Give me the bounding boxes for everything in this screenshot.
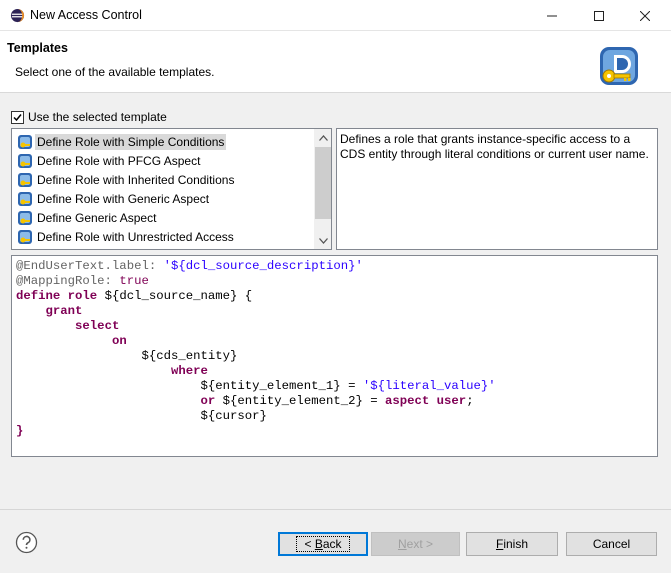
code-token: or: [200, 394, 216, 408]
template-item[interactable]: Define Role with Inherited Conditions: [17, 171, 315, 189]
code-token: @MappingRole:: [16, 274, 112, 288]
close-button[interactable]: [622, 0, 668, 31]
cancel-button[interactable]: Cancel: [566, 532, 657, 556]
footer-divider: [0, 509, 671, 510]
finish-button-label: Finish: [495, 537, 529, 551]
code-token: ${entity_element_1} =: [200, 379, 356, 393]
code-token: define role: [16, 289, 98, 303]
code-token: aspect user: [385, 394, 467, 408]
use-template-row[interactable]: Use the selected template: [11, 110, 167, 124]
template-description: Defines a role that grants instance-spec…: [336, 128, 658, 250]
template-icon: [18, 192, 32, 206]
wizard-header: Templates Select one of the available te…: [0, 31, 671, 93]
template-icon: [18, 230, 32, 244]
code-token: grant: [45, 304, 83, 318]
window-title: New Access Control: [30, 8, 142, 22]
close-icon: [640, 10, 650, 21]
code-token: true: [119, 274, 149, 288]
code-token: select: [75, 319, 120, 333]
template-label: Define Generic Aspect: [37, 211, 157, 225]
maximize-icon: [594, 10, 604, 21]
use-template-checkbox[interactable]: [11, 110, 24, 124]
template-preview: @EndUserText.label: '${dcl_source_descri…: [11, 255, 658, 457]
template-label: Define Role with Unrestricted Access: [37, 230, 234, 244]
eclipse-icon: [10, 8, 25, 23]
template-icon: [18, 154, 32, 168]
checkmark-icon: [13, 113, 22, 121]
template-list[interactable]: Define Role with Simple Conditions Defin…: [11, 128, 332, 250]
back-button[interactable]: < Back: [278, 532, 368, 556]
template-item[interactable]: Define Role with PFCG Aspect: [17, 152, 315, 170]
code-token: }: [16, 424, 24, 438]
template-icon: [18, 173, 32, 187]
code-token: ${dcl_source_name} {: [104, 289, 253, 303]
code-token: ${cds_entity}: [141, 349, 238, 363]
access-control-key-icon: [600, 47, 638, 85]
next-button[interactable]: Next >: [371, 532, 460, 556]
template-label: Define Role with Generic Aspect: [37, 192, 210, 206]
page-message: Select one of the available templates.: [15, 65, 215, 79]
template-list-scrollbar[interactable]: [314, 129, 331, 249]
template-icon: [18, 135, 32, 149]
next-button-label: Next >: [397, 537, 434, 551]
cancel-button-label: Cancel: [592, 537, 631, 551]
template-item[interactable]: Define Role with Simple Conditions: [17, 133, 315, 151]
code-token: '${literal_value}': [362, 379, 496, 393]
scroll-down-button[interactable]: [314, 232, 331, 249]
minimize-icon: [547, 15, 557, 16]
finish-button[interactable]: Finish: [466, 532, 558, 556]
template-label: Define Role with PFCG Aspect: [37, 154, 201, 168]
template-label: Define Role with Inherited Conditions: [37, 173, 235, 187]
template-item[interactable]: Define Role with Unrestricted Access: [17, 228, 315, 246]
code-token: ${cursor}: [200, 409, 267, 423]
title-bar: New Access Control: [0, 0, 671, 31]
template-item[interactable]: Define Generic Aspect: [17, 209, 315, 227]
use-template-label[interactable]: Use the selected template: [28, 110, 167, 124]
page-title: Templates: [7, 41, 68, 55]
template-item[interactable]: Define Role with Generic Aspect: [17, 190, 315, 208]
chevron-up-icon: [318, 134, 328, 141]
minimize-button[interactable]: [529, 0, 575, 31]
chevron-down-icon: [318, 237, 328, 244]
code-token: '${dcl_source_description}': [163, 259, 363, 273]
template-icon: [18, 211, 32, 225]
scroll-thumb[interactable]: [315, 147, 331, 219]
code-token: @EndUserText.label:: [16, 259, 157, 273]
help-icon[interactable]: [15, 531, 38, 554]
code-token: where: [170, 364, 208, 378]
code-token: on: [111, 334, 127, 348]
back-button-label: < Back: [304, 537, 342, 551]
scroll-up-button[interactable]: [314, 129, 331, 146]
code-token: ${entity_element_2} =: [222, 394, 378, 408]
template-label: Define Role with Simple Conditions: [35, 134, 227, 150]
maximize-button[interactable]: [576, 0, 622, 31]
